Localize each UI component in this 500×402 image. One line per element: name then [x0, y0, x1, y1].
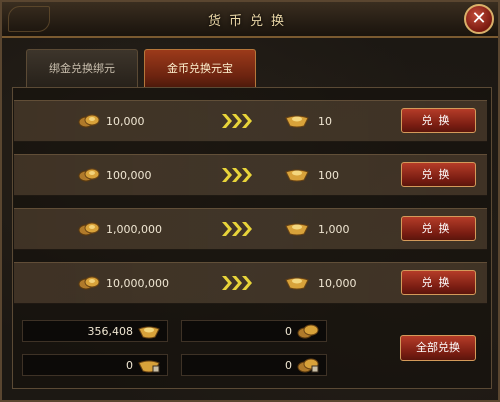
gold-coin-icon	[78, 276, 100, 290]
exchange-button[interactable]: 兑换	[401, 216, 476, 241]
arrow-right-icon	[222, 276, 252, 290]
bound-converted: 0	[285, 359, 292, 372]
bound-coin-icon	[297, 358, 319, 373]
gold-converted-box: 0	[181, 320, 327, 342]
gold-ingot-icon	[285, 277, 309, 290]
exchange-all-button[interactable]: 全部兑换	[400, 335, 476, 361]
ingot-amount: 10,000	[318, 277, 357, 290]
bound-gold-balance-box: 0	[22, 354, 168, 376]
bound-converted-box: 0	[181, 354, 327, 376]
exchange-row: 100,000 100 兑换	[14, 154, 487, 196]
exchange-row: 10,000,000 10,000 兑换	[14, 262, 487, 304]
gold-coin-icon	[78, 114, 100, 128]
coin-amount: 1,000,000	[106, 223, 162, 236]
gold-ingot-icon	[285, 169, 309, 182]
arrow-right-icon	[222, 114, 252, 128]
gold-ingot-icon	[285, 115, 309, 128]
gold-coin-icon	[78, 222, 100, 236]
ingot-amount: 100	[318, 169, 339, 182]
window-title: 货币兑换	[207, 14, 292, 29]
gold-ingot-icon	[285, 223, 309, 236]
exchange-button[interactable]: 兑换	[401, 108, 476, 133]
exchange-button[interactable]: 兑换	[401, 162, 476, 187]
bound-gold-balance: 0	[126, 359, 133, 372]
title-bar: 货币兑换	[2, 2, 498, 38]
currency-exchange-window: 货币兑换 ✕ 绑金兑换绑元 金币兑换元宝 10,000 10 兑换 100,00…	[0, 0, 500, 402]
bound-ingot-icon	[138, 360, 160, 373]
gold-coin-icon	[297, 324, 319, 339]
gold-ingot-icon	[138, 326, 160, 339]
coin-amount: 10,000,000	[106, 277, 169, 290]
gold-balance: 356,408	[87, 325, 134, 338]
tab-gold-coin-exchange[interactable]: 金币兑换元宝	[144, 49, 256, 87]
arrow-right-icon	[222, 168, 252, 182]
gold-coin-icon	[78, 168, 100, 182]
close-icon: ✕	[471, 8, 487, 29]
gold-balance-box: 356,408	[22, 320, 168, 342]
close-button[interactable]: ✕	[464, 4, 494, 34]
arrow-right-icon	[222, 222, 252, 236]
ingot-amount: 1,000	[318, 223, 350, 236]
tab-bound-gold-exchange[interactable]: 绑金兑换绑元	[26, 49, 138, 87]
gold-converted: 0	[285, 325, 292, 338]
exchange-row: 1,000,000 1,000 兑换	[14, 208, 487, 250]
exchange-row: 10,000 10 兑换	[14, 100, 487, 142]
ingot-amount: 10	[318, 115, 332, 128]
exchange-button[interactable]: 兑换	[401, 270, 476, 295]
coin-amount: 10,000	[106, 115, 145, 128]
coin-amount: 100,000	[106, 169, 152, 182]
